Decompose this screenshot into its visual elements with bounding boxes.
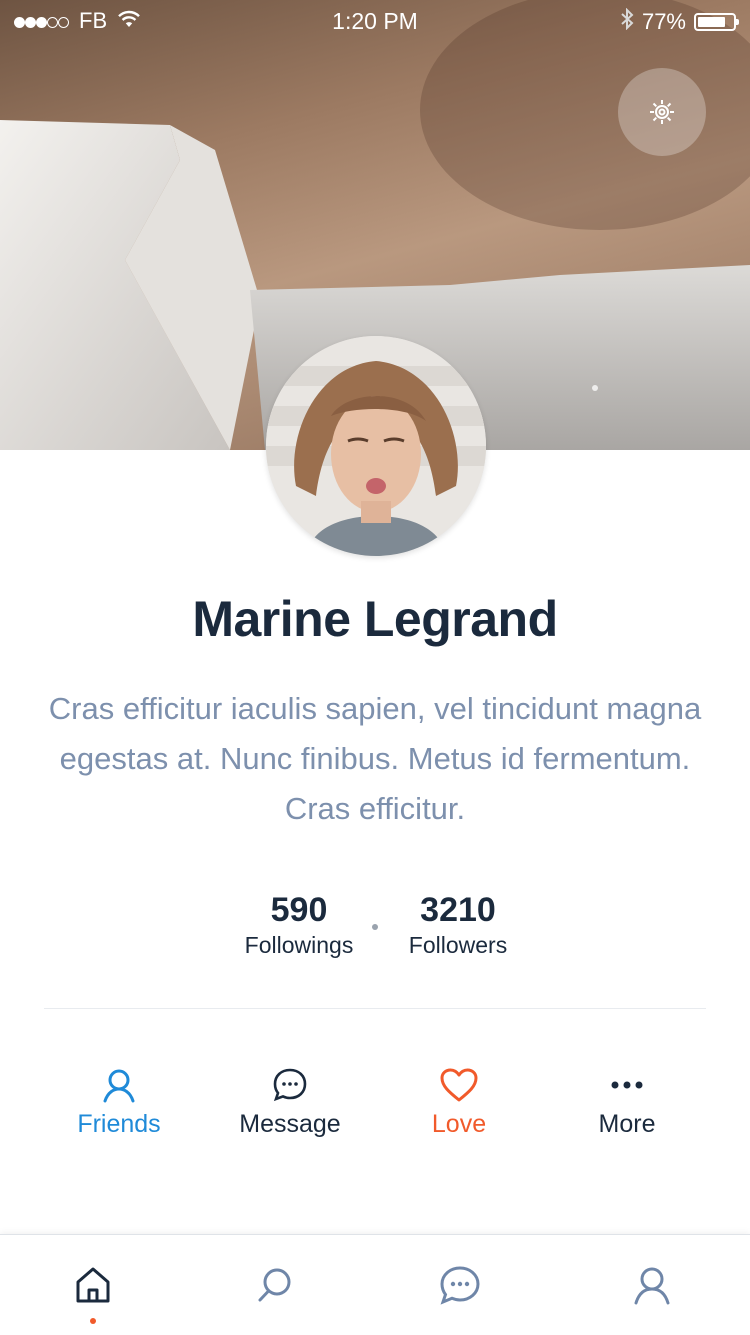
chat-bubble-icon [273, 1068, 307, 1102]
more-dots-icon [611, 1081, 643, 1089]
user-icon [103, 1069, 135, 1103]
status-bar: FB 1:20 PM 77% [0, 0, 750, 40]
stat-followings[interactable]: 590 Followings [229, 890, 369, 960]
active-tab-indicator [90, 1318, 96, 1324]
love-label: Love [431, 1110, 487, 1138]
avatar-portrait [266, 336, 486, 556]
home-icon [76, 1267, 110, 1303]
search-icon [258, 1268, 291, 1302]
followers-label: Followers [408, 932, 508, 958]
heart-icon [440, 1068, 478, 1102]
status-bar-right: 77% [620, 7, 739, 36]
followings-count: 590 [270, 891, 328, 929]
followers-count: 3210 [420, 891, 496, 929]
profile-actions: Friends Message Love More [0, 1064, 750, 1154]
more-button[interactable]: More [542, 1064, 712, 1139]
divider [44, 1008, 706, 1009]
profile-name: Marine Legrand [192, 591, 558, 647]
tab-profile[interactable] [592, 1235, 712, 1335]
friends-button[interactable]: Friends [34, 1064, 204, 1139]
profile-bio: Cras efficitur iaculis sapien, vel tinci… [48, 691, 702, 826]
tab-messages[interactable] [400, 1235, 520, 1335]
battery-icon [694, 13, 739, 31]
settings-button[interactable] [618, 68, 706, 156]
gear-icon [650, 100, 674, 124]
stats-separator [372, 924, 378, 930]
love-button[interactable]: Love [374, 1064, 544, 1139]
tab-bar [0, 1234, 750, 1335]
friends-label: Friends [77, 1110, 161, 1138]
battery-percent: 77% [641, 9, 686, 34]
bluetooth-icon [620, 7, 634, 36]
cover-page-indicator [592, 385, 598, 391]
message-button[interactable]: Message [205, 1064, 375, 1139]
stat-followers[interactable]: 3210 Followers [388, 890, 528, 960]
chat-icon [440, 1266, 480, 1305]
avatar[interactable] [266, 336, 486, 556]
message-label: Message [239, 1110, 341, 1138]
profile-icon [634, 1267, 670, 1305]
tab-search[interactable] [215, 1235, 335, 1335]
more-label: More [598, 1110, 656, 1138]
followings-label: Followings [244, 932, 354, 958]
profile-stats: 590 Followings 3210 Followers [0, 890, 750, 970]
